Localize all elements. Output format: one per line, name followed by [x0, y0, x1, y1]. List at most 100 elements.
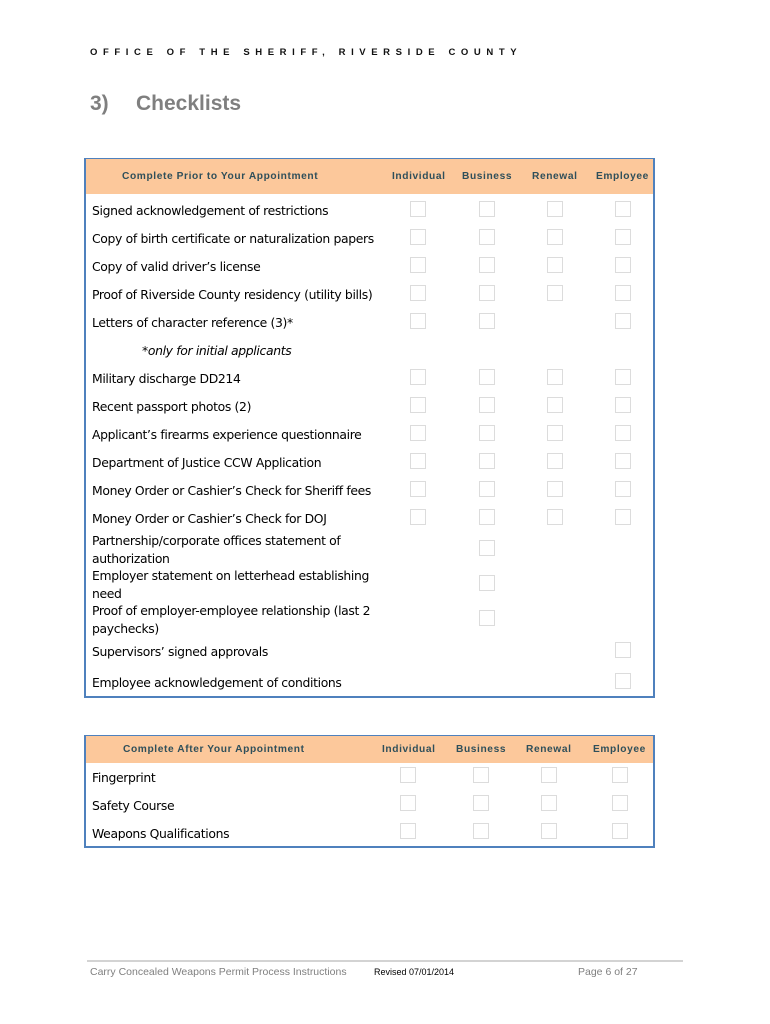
row-label: Employee acknowledgement of conditions	[92, 675, 342, 690]
table-header: Complete After Your Appointment Individu…	[86, 736, 653, 763]
row-label-line: Partnership/corporate offices statement …	[92, 533, 341, 548]
row-label-line: authorization	[92, 550, 170, 566]
checkbox-renewal[interactable]	[547, 285, 563, 301]
row-label: Recent passport photos (2)	[92, 399, 252, 414]
checkbox-individual[interactable]	[410, 285, 426, 301]
checkbox-business[interactable]	[473, 795, 489, 811]
row-label-line: paychecks)	[92, 620, 159, 636]
checkbox-renewal[interactable]	[547, 201, 563, 217]
checkbox-employee[interactable]	[615, 229, 631, 245]
row-label-line: need	[92, 585, 122, 601]
column-header-renewal: Renewal	[532, 171, 578, 182]
checkbox-employee[interactable]	[615, 481, 631, 497]
checkbox-employee[interactable]	[612, 795, 628, 811]
column-header-business: Business	[456, 744, 507, 755]
table-header: Complete Prior to Your Appointment Indiv…	[86, 159, 653, 194]
checkbox-renewal[interactable]	[547, 257, 563, 273]
checkbox-individual[interactable]	[410, 229, 426, 245]
footer-document-title: Carry Concealed Weapons Permit Process I…	[90, 966, 347, 978]
row-label: Weapons Qualifications	[92, 826, 230, 841]
office-header: OFFICE OF THE SHERIFF, RIVERSIDE COUNTY	[90, 47, 523, 58]
table-title: Complete After Your Appointment	[123, 744, 305, 755]
column-header-individual: Individual	[392, 171, 446, 182]
checkbox-business[interactable]	[479, 425, 495, 441]
checkbox-business[interactable]	[479, 257, 495, 273]
footer-divider	[87, 960, 683, 962]
checkbox-individual[interactable]	[400, 823, 416, 839]
row-label: Applicant’s firearms experience question…	[92, 427, 362, 442]
row-label: Copy of valid driver’s license	[92, 259, 261, 274]
checkbox-business[interactable]	[473, 823, 489, 839]
row-label: Military discharge DD214	[92, 371, 241, 386]
row-label: Money Order or Cashier’s Check for Sheri…	[92, 483, 372, 498]
checkbox-individual[interactable]	[410, 257, 426, 273]
column-header-employee: Employee	[596, 171, 649, 182]
row-label-line: Employer statement on letterhead establi…	[92, 568, 370, 583]
row-label: Proof of Riverside County residency (uti…	[92, 287, 373, 302]
row-label: Partnership/corporate offices statement …	[92, 532, 341, 567]
checkbox-renewal[interactable]	[541, 795, 557, 811]
checkbox-employee[interactable]	[612, 823, 628, 839]
column-header-employee: Employee	[593, 744, 646, 755]
checkbox-individual[interactable]	[410, 453, 426, 469]
row-label: Safety Course	[92, 798, 175, 813]
checkbox-individual[interactable]	[410, 369, 426, 385]
checkbox-employee[interactable]	[615, 369, 631, 385]
checkbox-employee[interactable]	[615, 425, 631, 441]
checkbox-business[interactable]	[479, 575, 495, 591]
checkbox-individual[interactable]	[410, 481, 426, 497]
checkbox-renewal[interactable]	[547, 397, 563, 413]
checkbox-business[interactable]	[479, 397, 495, 413]
checkbox-renewal[interactable]	[541, 767, 557, 783]
checkbox-employee[interactable]	[615, 313, 631, 329]
row-label: Letters of character reference (3)*	[92, 315, 293, 330]
row-label: Fingerprint	[92, 770, 156, 785]
row-label: Supervisors’ signed approvals	[92, 644, 268, 659]
checkbox-business[interactable]	[479, 285, 495, 301]
checkbox-business[interactable]	[479, 610, 495, 626]
checkbox-individual[interactable]	[410, 397, 426, 413]
row-label: Employer statement on letterhead establi…	[92, 567, 369, 602]
checkbox-employee[interactable]	[615, 201, 631, 217]
checkbox-employee[interactable]	[615, 397, 631, 413]
checkbox-employee[interactable]	[615, 285, 631, 301]
checkbox-business[interactable]	[479, 229, 495, 245]
checkbox-renewal[interactable]	[547, 509, 563, 525]
checkbox-business[interactable]	[479, 481, 495, 497]
checkbox-employee[interactable]	[615, 453, 631, 469]
checkbox-renewal[interactable]	[547, 481, 563, 497]
row-label-line: Proof of employer-employee relationship …	[92, 603, 371, 618]
checkbox-renewal[interactable]	[547, 369, 563, 385]
checkbox-employee[interactable]	[615, 257, 631, 273]
checkbox-individual[interactable]	[400, 795, 416, 811]
row-label: Money Order or Cashier’s Check for DOJ	[92, 511, 327, 526]
section-number: 3)	[90, 92, 109, 115]
checkbox-individual[interactable]	[410, 425, 426, 441]
column-header-individual: Individual	[382, 744, 436, 755]
checkbox-employee[interactable]	[615, 673, 631, 689]
section-title: 3) Checklists	[90, 92, 241, 116]
checkbox-renewal[interactable]	[547, 453, 563, 469]
checkbox-employee[interactable]	[615, 509, 631, 525]
checkbox-individual[interactable]	[400, 767, 416, 783]
footnote-text: *only for initial applicants	[142, 343, 292, 358]
checkbox-employee[interactable]	[612, 767, 628, 783]
row-label: Signed acknowledgement of restrictions	[92, 203, 329, 218]
checkbox-renewal[interactable]	[541, 823, 557, 839]
checkbox-individual[interactable]	[410, 509, 426, 525]
checkbox-business[interactable]	[479, 369, 495, 385]
checkbox-business[interactable]	[479, 453, 495, 469]
checkbox-business[interactable]	[479, 313, 495, 329]
footer-page-number: Page 6 of 27	[578, 966, 638, 978]
checkbox-business[interactable]	[479, 540, 495, 556]
section-heading: Checklists	[136, 92, 242, 115]
checkbox-individual[interactable]	[410, 313, 426, 329]
checkbox-individual[interactable]	[410, 201, 426, 217]
checkbox-business[interactable]	[479, 509, 495, 525]
checkbox-renewal[interactable]	[547, 425, 563, 441]
checkbox-business[interactable]	[473, 767, 489, 783]
row-label: Copy of birth certificate or naturalizat…	[92, 231, 374, 246]
checkbox-business[interactable]	[479, 201, 495, 217]
checkbox-employee[interactable]	[615, 642, 631, 658]
checkbox-renewal[interactable]	[547, 229, 563, 245]
